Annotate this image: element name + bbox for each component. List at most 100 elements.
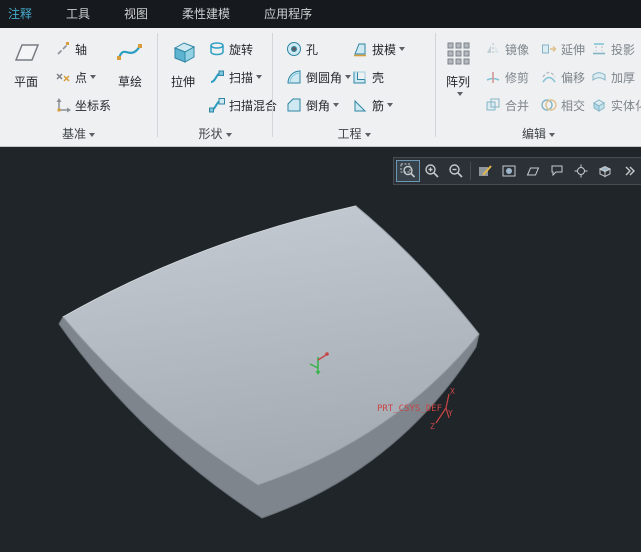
ribbon-button-sweep[interactable]: 扫描 — [206, 66, 264, 88]
group-label-shapes[interactable]: 形状 — [158, 125, 272, 142]
group-label-editing[interactable]: 编辑 — [436, 125, 641, 142]
toolbar-overflow-icon[interactable] — [617, 160, 641, 182]
ribbon-button-pattern[interactable]: 阵列 — [438, 34, 478, 96]
menu-tools[interactable]: 工具 — [49, 0, 107, 28]
dropdown-arrow-icon[interactable] — [456, 92, 463, 96]
ribbon-button-trim[interactable]: 修剪 — [482, 66, 531, 88]
graphics-area[interactable]: PRT_CSYS_DEF X Y Z — [0, 147, 641, 552]
ribbon-button-csys[interactable]: 坐标系 — [52, 94, 113, 116]
menu-annotate[interactable]: 注释 — [0, 0, 49, 28]
repaint-icon[interactable] — [473, 160, 497, 182]
toolbar-separator — [470, 162, 471, 180]
ribbon-button-sketch[interactable]: 草绘 — [108, 34, 152, 90]
ribbon-button-rib[interactable]: 筋 — [349, 94, 395, 116]
ribbon-button-point[interactable]: 点 — [52, 66, 98, 88]
menu-applications[interactable]: 应用程序 — [247, 0, 329, 28]
dropdown-arrow-icon — [549, 132, 555, 137]
ribbon-button-extend[interactable]: 延伸 — [538, 38, 587, 60]
ribbon-button-label: 草绘 — [117, 75, 142, 89]
ribbon-button-plane[interactable]: 平面 — [4, 34, 48, 90]
dropdown-arrow-icon — [89, 132, 95, 137]
menubar: 注释 工具 视图 柔性建模 应用程序 — [0, 0, 641, 28]
zoom-window-icon[interactable] — [396, 160, 420, 182]
dropdown-arrow-icon[interactable] — [399, 47, 406, 51]
dropdown-arrow-icon — [364, 132, 371, 137]
ribbon-button-round[interactable]: 倒圆角 — [283, 66, 353, 88]
ribbon-button-project[interactable]: 投影 — [588, 38, 637, 60]
menu-flexible-modeling[interactable]: 柔性建模 — [165, 0, 247, 28]
ribbon-button-label: 实体化 — [611, 98, 641, 113]
ribbon-button-revolve[interactable]: 旋转 — [206, 38, 255, 60]
ribbon-button-mirror[interactable]: 镜像 — [482, 38, 531, 60]
ribbon-button-label: 孔 — [306, 42, 319, 57]
ribbon-button-label: 点 — [75, 70, 88, 85]
zoom-out-icon[interactable] — [444, 160, 468, 182]
datum-display-icon[interactable] — [521, 160, 545, 182]
ribbon-group-datum: 平面 轴 点 坐标系 草绘 基准 — [0, 28, 157, 146]
ribbon-button-shell[interactable]: 壳 — [349, 66, 386, 88]
merge-icon — [484, 96, 502, 114]
ribbon-button-chamfer[interactable]: 倒角 — [283, 94, 341, 116]
ribbon-button-label: 坐标系 — [75, 98, 112, 113]
revolve-icon — [208, 40, 226, 58]
spin-center-icon[interactable] — [569, 160, 593, 182]
chamfer-icon — [285, 96, 303, 114]
group-label-engineering[interactable]: 工程 — [273, 125, 435, 142]
axis-x-label: X — [450, 387, 455, 396]
ribbon-button-label: 相交 — [561, 98, 586, 113]
round-icon — [285, 68, 303, 86]
project-icon — [590, 40, 608, 58]
group-label-datum[interactable]: 基准 — [0, 125, 157, 142]
view-manager-icon[interactable] — [593, 160, 617, 182]
dropdown-arrow-icon[interactable] — [387, 103, 394, 107]
ribbon-button-label: 加厚 — [611, 70, 636, 85]
ribbon-button-label: 拉伸 — [170, 75, 195, 89]
ribbon-button-label: 延伸 — [561, 42, 586, 57]
draft-icon — [351, 40, 369, 58]
hole-icon — [285, 40, 303, 58]
sweep-icon — [208, 68, 226, 86]
pattern-icon — [443, 34, 473, 70]
annotation-display-icon[interactable] — [545, 160, 569, 182]
intersect-icon — [540, 96, 558, 114]
ribbon-button-label: 合并 — [505, 98, 530, 113]
ribbon-button-label: 扫描混合 — [229, 98, 278, 113]
dropdown-arrow-icon[interactable] — [90, 75, 97, 79]
menu-view[interactable]: 视图 — [107, 0, 165, 28]
ribbon-button-draft[interactable]: 拔模 — [349, 38, 407, 60]
ribbon-button-swept-blend[interactable]: 扫描混合 — [206, 94, 279, 116]
zoom-in-icon[interactable] — [420, 160, 444, 182]
ribbon-button-hole[interactable]: 孔 — [283, 38, 320, 60]
ribbon-group-shapes: 拉伸 旋转 扫描 扫描混合 形状 — [158, 28, 277, 146]
axis-icon — [54, 40, 72, 58]
axis-z-label: Z — [430, 422, 435, 431]
ribbon-button-solidify[interactable]: 实体化 — [588, 94, 641, 116]
ribbon-button-label: 倒圆角 — [306, 70, 343, 85]
axis-y-label: Y — [448, 409, 453, 418]
csys-icon — [54, 96, 72, 114]
ribbon-button-label: 倒角 — [306, 98, 331, 113]
solidify-icon — [590, 96, 608, 114]
offset-icon — [540, 68, 558, 86]
ribbon-button-label: 阵列 — [445, 75, 470, 89]
dropdown-arrow-icon — [225, 132, 232, 137]
model-surface-top[interactable] — [62, 205, 480, 486]
ribbon-button-label: 修剪 — [505, 70, 530, 85]
ribbon-button-intersect[interactable]: 相交 — [538, 94, 587, 116]
ribbon-button-merge[interactable]: 合并 — [482, 94, 531, 116]
dropdown-arrow-icon[interactable] — [333, 103, 340, 107]
display-style-icon[interactable] — [497, 160, 521, 182]
3d-canvas[interactable]: PRT_CSYS_DEF X Y Z — [0, 147, 641, 552]
mirror-icon — [484, 40, 502, 58]
extend-icon — [540, 40, 558, 58]
ribbon-button-extrude[interactable]: 拉伸 — [162, 34, 204, 90]
csys-label: PRT_CSYS_DEF — [377, 404, 442, 414]
ribbon-button-axis[interactable]: 轴 — [52, 38, 89, 60]
ribbon-button-offset[interactable]: 偏移 — [538, 66, 587, 88]
ribbon-button-label: 扫描 — [229, 70, 254, 85]
ribbon-button-label: 旋转 — [229, 42, 254, 57]
ribbon-button-thicken[interactable]: 加厚 — [588, 66, 637, 88]
plane-icon — [11, 34, 41, 70]
dropdown-arrow-icon[interactable] — [256, 75, 263, 79]
ribbon-button-label: 平面 — [13, 75, 38, 89]
